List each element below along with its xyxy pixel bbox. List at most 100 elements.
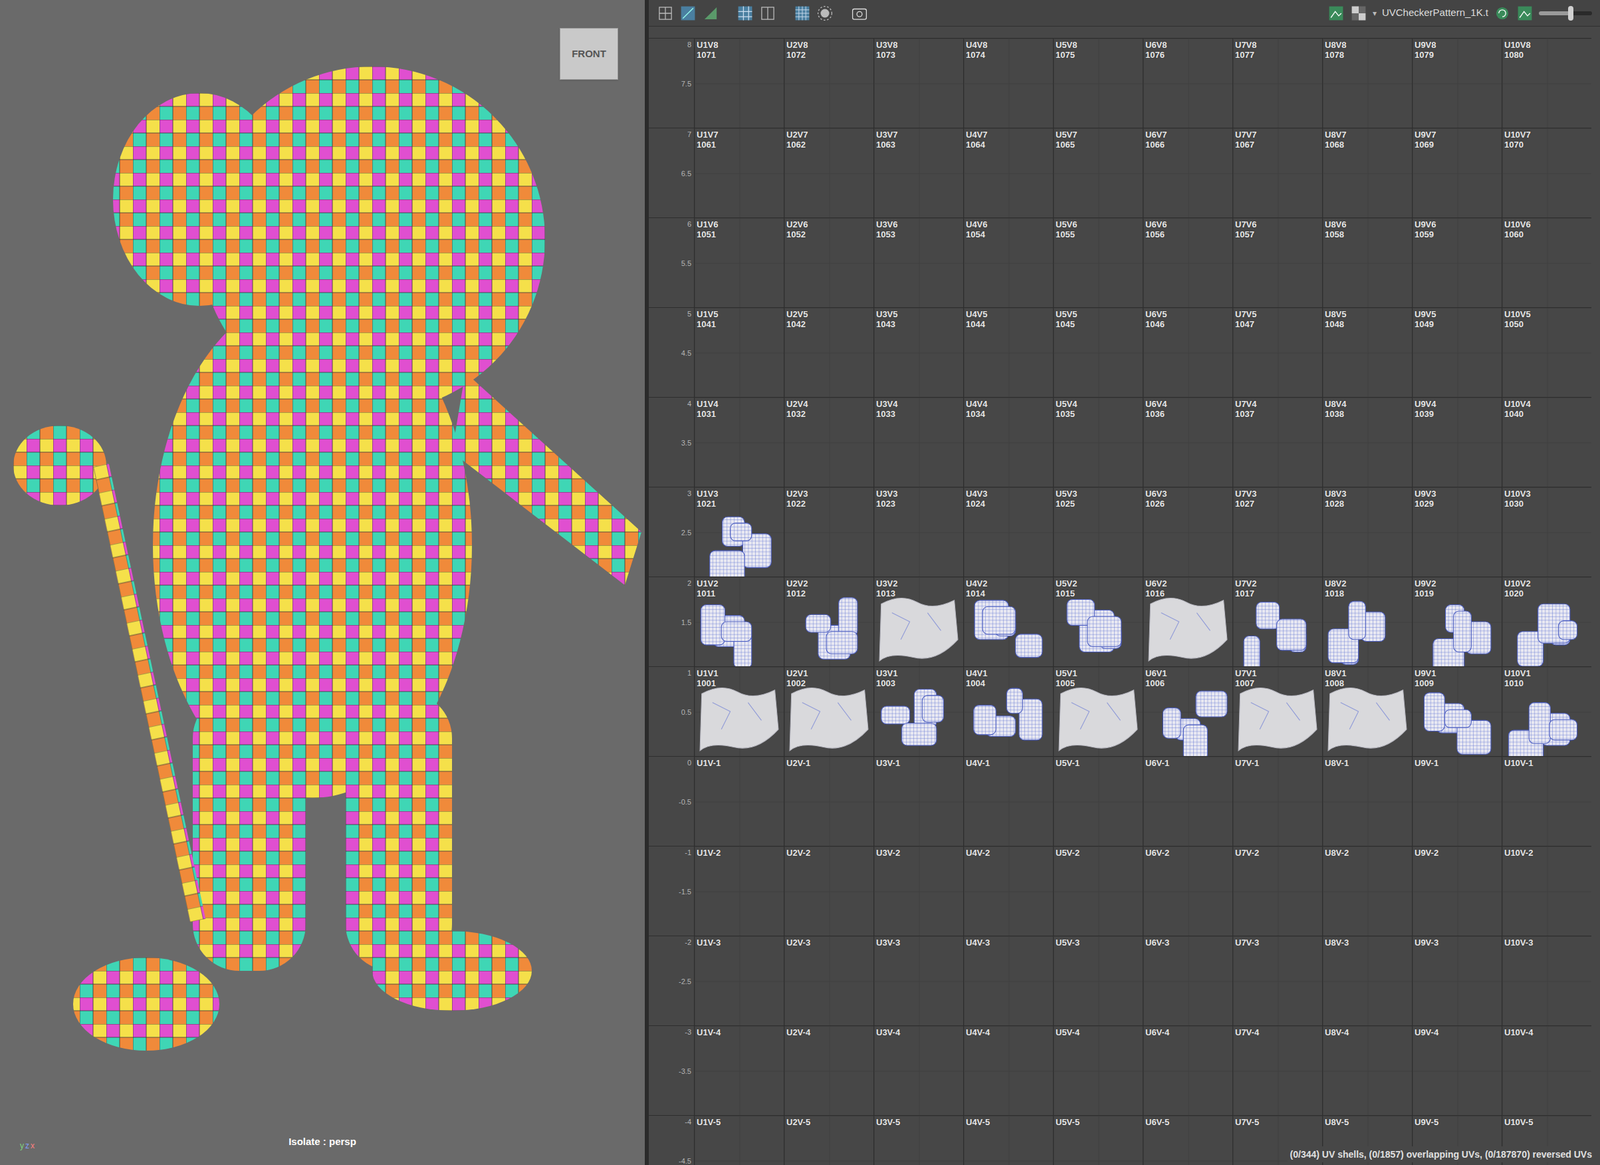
udim-tile[interactable]: U6V31026 [1142,486,1233,577]
udim-tile[interactable]: U3V-2 [873,845,964,936]
udim-tile[interactable]: U7V-2 [1232,845,1323,936]
udim-tile[interactable]: U5V81075 [1052,37,1143,128]
udim-tile[interactable]: U3V31023 [873,486,964,577]
udim-tile[interactable]: U7V-1 [1232,755,1323,846]
udim-tile[interactable]: U4V61054 [963,217,1053,308]
udim-tile[interactable]: U5V71065 [1052,127,1143,218]
udim-tile[interactable]: U9V61059 [1411,217,1502,308]
udim-tile[interactable]: U6V-4 [1142,1025,1233,1115]
udim-tile[interactable]: U1V71061 [693,127,784,218]
udim-tile[interactable]: U10V61060 [1501,217,1592,308]
udim-tile[interactable]: U4V-3 [963,935,1053,1026]
snap-icon[interactable] [759,4,777,22]
udim-tile[interactable]: U6V61056 [1142,217,1233,308]
udim-tile[interactable]: U5V-4 [1052,1025,1143,1115]
udim-tile[interactable]: U2V-5 [783,1114,874,1165]
image-toggle-icon[interactable] [1327,4,1345,22]
udim-tile[interactable]: U5V61055 [1052,217,1143,308]
udim-tile[interactable]: U10V21020 [1501,576,1592,667]
udim-tile[interactable]: U6V51046 [1142,307,1233,397]
uv-grid[interactable]: 87.5U1V81071U2V81072U3V81073U4V81074U5V8… [648,26,1600,1165]
snapshot-icon[interactable] [850,4,869,22]
udim-tile[interactable]: U6V-5 [1142,1114,1233,1165]
udim-tile[interactable]: U4V-2 [963,845,1053,936]
udim-tile[interactable]: U7V21017 [1232,576,1323,667]
udim-tile[interactable]: U1V51041 [693,307,784,397]
udim-tile[interactable]: U3V11003 [873,666,964,756]
udim-tile[interactable]: U4V41034 [963,396,1053,487]
udim-tile[interactable]: U10V-4 [1501,1025,1592,1115]
udim-tile[interactable]: U2V11002 [783,666,874,756]
udim-tile[interactable]: U6V-1 [1142,755,1233,846]
grid-toggle-icon[interactable] [736,4,754,22]
udim-tile[interactable]: U4V11004 [963,666,1053,756]
udim-tile[interactable]: U8V-4 [1322,1025,1412,1115]
udim-tile[interactable]: U9V71069 [1411,127,1502,218]
udim-tile[interactable]: U9V-3 [1411,935,1502,1026]
udim-tile[interactable]: U5V11005 [1052,666,1143,756]
udim-tile[interactable]: U1V-4 [693,1025,784,1115]
udim-tile[interactable]: U3V61053 [873,217,964,308]
udim-tile[interactable]: U4V71064 [963,127,1053,218]
udim-tile[interactable]: U3V71063 [873,127,964,218]
udim-tile[interactable]: U4V21014 [963,576,1053,667]
viewport-3d[interactable]: FRONTyzxIsolate : persp [0,0,645,1165]
udim-tile[interactable]: U8V21018 [1322,576,1412,667]
opacity-slider[interactable] [1538,11,1593,16]
texture-name[interactable]: UVCheckerPattern_1K.t [1381,5,1489,21]
udim-tile[interactable]: U6V-3 [1142,935,1233,1026]
udim-tile[interactable]: U1V81071 [693,37,784,128]
udim-tile[interactable]: U2V51042 [783,307,874,397]
udim-tile[interactable]: U1V61051 [693,217,784,308]
udim-tile[interactable]: U2V-2 [783,845,874,936]
udim-tile[interactable]: U8V11008 [1322,666,1412,756]
udim-tile[interactable]: U5V31025 [1052,486,1143,577]
udim-tile[interactable]: U7V-4 [1232,1025,1323,1115]
udim-tile[interactable]: U2V41032 [783,396,874,487]
uv-grid-icon[interactable] [656,4,675,22]
udim-tile[interactable]: U3V-5 [873,1114,964,1165]
udim-tile[interactable]: U3V81073 [873,37,964,128]
udim-tile[interactable]: U3V21013 [873,576,964,667]
udim-tile[interactable]: U9V21019 [1411,576,1502,667]
udim-tile[interactable]: U5V-3 [1052,935,1143,1026]
udim-tile[interactable]: U9V-4 [1411,1025,1502,1115]
udim-tile[interactable]: U8V-1 [1322,755,1412,846]
udim-tile[interactable]: U3V51043 [873,307,964,397]
image-ratio-icon[interactable] [1516,4,1534,22]
udim-tile[interactable]: U4V-4 [963,1025,1053,1115]
udim-tile[interactable]: U1V11001 [693,666,784,756]
udim-tile[interactable]: U4V-1 [963,755,1053,846]
udim-tile[interactable]: U4V81074 [963,37,1053,128]
udim-tile[interactable]: U6V41036 [1142,396,1233,487]
udim-tile[interactable]: U2V61052 [783,217,874,308]
udim-tile[interactable]: U8V71068 [1322,127,1412,218]
udim-tile[interactable]: U9V51049 [1411,307,1502,397]
uv-distortion-icon[interactable] [701,4,720,22]
udim-tile[interactable]: U5V-2 [1052,845,1143,936]
udim-tile[interactable]: U10V-2 [1501,845,1592,936]
udim-tile[interactable]: U5V-5 [1052,1114,1143,1165]
udim-tile[interactable]: U4V51044 [963,307,1053,397]
udim-tile[interactable]: U6V71066 [1142,127,1233,218]
udim-tile[interactable]: U7V51047 [1232,307,1323,397]
udim-tile[interactable]: U10V51050 [1501,307,1592,397]
udim-tile[interactable]: U2V71062 [783,127,874,218]
udim-tile[interactable]: U9V-2 [1411,845,1502,936]
udim-tile[interactable]: U10V-3 [1501,935,1592,1026]
udim-tile[interactable]: U7V31027 [1232,486,1323,577]
udim-tile[interactable]: U4V-5 [963,1114,1053,1165]
udim-tile[interactable]: U5V51045 [1052,307,1143,397]
udim-tile[interactable]: U3V-4 [873,1025,964,1115]
udim-tile[interactable]: U10V71070 [1501,127,1592,218]
udim-tile[interactable]: U8V-2 [1322,845,1412,936]
udim-tile[interactable]: U5V41035 [1052,396,1143,487]
udim-tile[interactable]: U7V71067 [1232,127,1323,218]
udim-tile[interactable]: U8V51048 [1322,307,1412,397]
udim-tile[interactable]: U7V61057 [1232,217,1323,308]
udim-tile[interactable]: U6V11006 [1142,666,1233,756]
udim-tile[interactable]: U7V81077 [1232,37,1323,128]
udim-tile[interactable]: U5V-1 [1052,755,1143,846]
udim-tile[interactable]: U2V-3 [783,935,874,1026]
udim-tile[interactable]: U7V-3 [1232,935,1323,1026]
